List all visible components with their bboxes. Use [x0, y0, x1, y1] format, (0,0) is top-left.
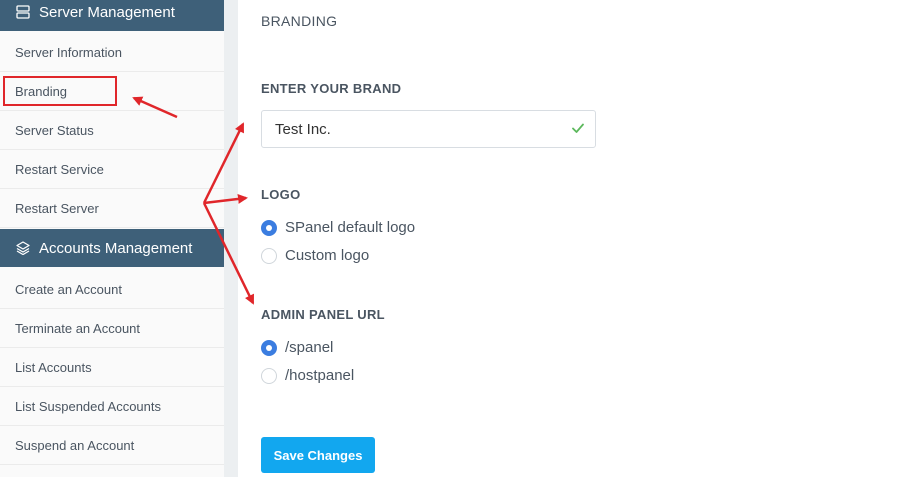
- radio-spanel[interactable]: [261, 339, 277, 356]
- layers-icon: [16, 241, 30, 255]
- admin-url-option-spanel[interactable]: /spanel: [261, 339, 333, 356]
- sidebar-item-label: Server Status: [15, 122, 94, 138]
- sidebar-item-label: Terminate an Account: [15, 320, 141, 336]
- sidebar-item-label: List Accounts: [15, 359, 92, 375]
- main-content: BRANDING ENTER YOUR BRAND LOGO SPanel de…: [238, 0, 918, 477]
- sidebar-item-restart-service[interactable]: Restart Service: [0, 150, 224, 189]
- logo-option-custom[interactable]: Custom logo: [261, 247, 369, 264]
- sidebar: Server Management Server Information Bra…: [0, 0, 224, 477]
- sidebar-item-label: Suspend an Account: [15, 437, 135, 453]
- accounts-management-title: Accounts Management: [39, 239, 193, 257]
- sidebar-item-label: Server Information: [15, 44, 122, 60]
- radio-label: SPanel default logo: [285, 219, 416, 236]
- radio-custom-logo[interactable]: [261, 247, 277, 264]
- sidebar-item-suspend-account[interactable]: Suspend an Account: [0, 426, 224, 465]
- sidebar-divider: [224, 0, 238, 477]
- radio-default-logo[interactable]: [261, 219, 277, 236]
- radio-label: Custom logo: [285, 247, 370, 264]
- sidebar-item-terminate-account[interactable]: Terminate an Account: [0, 309, 224, 348]
- sidebar-item-branding[interactable]: Branding: [3, 76, 117, 106]
- sidebar-item-label: List Suspended Accounts: [15, 398, 161, 414]
- radio-label: /spanel: [285, 339, 334, 356]
- sidebar-item-list-accounts[interactable]: List Accounts: [0, 348, 224, 387]
- save-changes-button[interactable]: Save Changes: [261, 437, 375, 473]
- page-title: BRANDING: [261, 13, 338, 29]
- sidebar-item-restart-server[interactable]: Restart Server: [0, 189, 224, 228]
- radio-hostpanel[interactable]: [261, 367, 277, 384]
- check-icon: [571, 121, 585, 135]
- logo-label: LOGO: [261, 187, 301, 202]
- admin-url-option-hostpanel[interactable]: /hostpanel: [261, 367, 354, 384]
- sidebar-item-server-information[interactable]: Server Information: [0, 33, 224, 72]
- radio-label: /hostpanel: [285, 367, 355, 384]
- accounts-management-header[interactable]: Accounts Management: [0, 229, 224, 267]
- server-management-title: Server Management: [39, 3, 175, 21]
- logo-option-default[interactable]: SPanel default logo: [261, 219, 415, 236]
- admin-url-label: ADMIN PANEL URL: [261, 307, 385, 322]
- brand-input[interactable]: [261, 110, 596, 148]
- brand-label: ENTER YOUR BRAND: [261, 81, 402, 96]
- sidebar-item-list-suspended-accounts[interactable]: List Suspended Accounts: [0, 387, 224, 426]
- sidebar-item-label: Restart Server: [15, 200, 99, 216]
- server-management-header[interactable]: Server Management: [0, 0, 224, 31]
- sidebar-item-label: Create an Account: [15, 281, 122, 297]
- sidebar-item-label: Restart Service: [15, 161, 104, 177]
- server-icon: [16, 5, 30, 19]
- sidebar-item-create-account[interactable]: Create an Account: [0, 270, 224, 309]
- sidebar-item-label: Branding: [15, 83, 68, 99]
- sidebar-item-server-status[interactable]: Server Status: [0, 111, 224, 150]
